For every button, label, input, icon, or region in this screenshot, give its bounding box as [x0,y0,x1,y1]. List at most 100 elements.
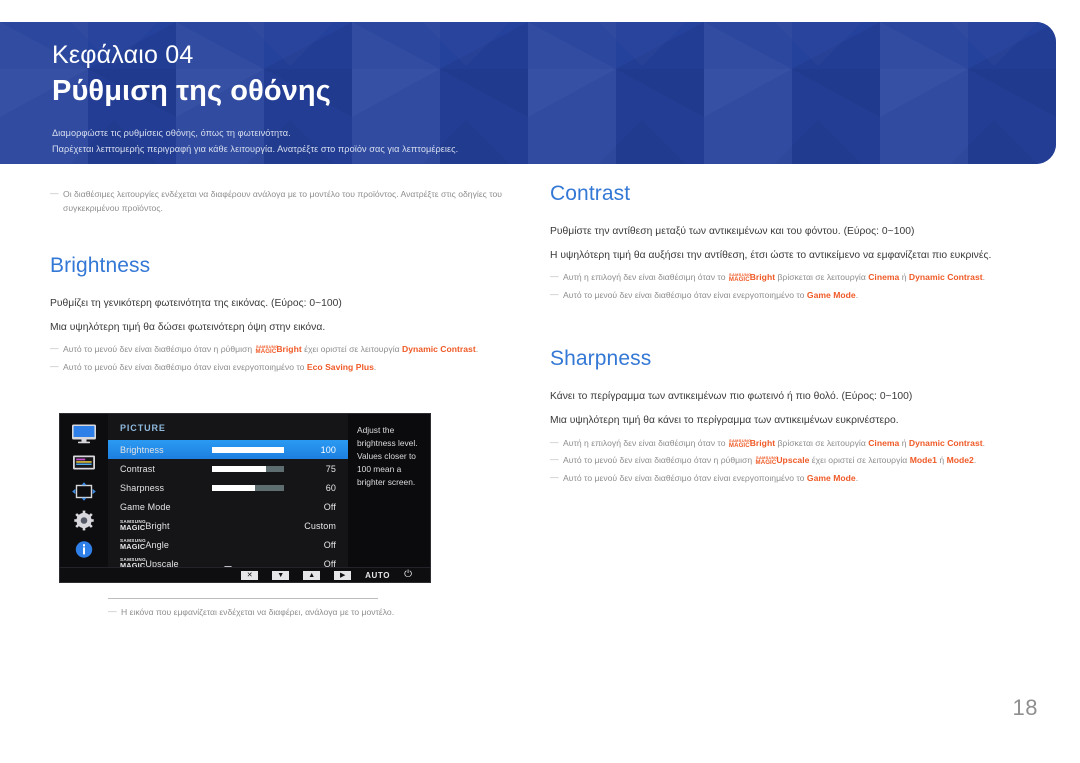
exit-key[interactable]: ✕ [241,570,259,580]
magic-feature-name: Upscale [776,455,810,466]
magic-logo-top: SAMSUNG [120,538,147,544]
section-title-brightness: Brightness [50,253,151,277]
sharpness-note-1: ― Αυτή η επιλογή δεν είναι διαθέσιμη ότα… [550,437,1020,451]
right-column: Contrast Ρυθμίστε την αντίθεση μεταξύ τω… [550,182,1020,490]
sharpness-body-line-2: Μια υψηλότερη τιμή θα κάνει το περίγραμμ… [550,414,899,426]
enter-key[interactable]: ▶ [334,570,352,580]
figure-note-text: Η εικόνα που εμφανίζεται ενδέχεται να δι… [121,607,395,617]
osd-row-game-mode[interactable]: Game Mode Off [108,497,348,516]
note-text-mid: έχει οριστεί σε λειτουργία [809,455,910,466]
note-text-mid: βρίσκεται σε λειτουργία [775,272,869,283]
samsung-magic-logo: SAMSUNG MAGIC [728,273,751,284]
note-highlight-2: Mode2 [946,455,974,466]
note-text-post: . [855,473,859,484]
note-dash: ― [550,472,559,483]
note-text-conj: ή [899,437,909,448]
availability-note: ― Οι διαθέσιμες λειτουργίες ενδέχεται να… [50,188,520,216]
figure-note: ― Η εικόνα που εμφανίζεται ενδέχεται να … [108,606,430,620]
osd-key-guide-bar: ✕ ▼ ▲ ▶ AUTO ⏻ [60,567,430,582]
samsung-magic-logo: SAMSUNG MAGIC [728,438,752,449]
osd-row-value: Custom [304,520,336,531]
note-text-conj: ή [936,455,947,466]
note-text-post: . [855,290,859,301]
note-highlight-1: Cinema [868,437,900,448]
chapter-banner: Κεφάλαιο 04 Ρύθμιση της οθόνης Διαμορφώσ… [0,22,1056,164]
magic-logo-top: SAMSUNG [120,519,147,525]
auto-key[interactable]: AUTO [365,571,390,580]
magic-logo-top: SAMSUNG [755,456,779,461]
page-number: 18 [1012,695,1038,720]
availability-note-text: Οι διαθέσιμες λειτουργίες ενδέχεται να δ… [63,189,502,213]
onscreen-display-icon[interactable] [70,452,98,473]
osd-row-value: Off [323,539,336,550]
brightness-note-2: ― Αυτό το μενού δεν είναι διαθέσιμο όταν… [50,361,520,375]
samsung-magic-logo: SAMSUNG MAGIC [255,345,278,356]
note-text-post: . [982,437,986,448]
contrast-slider[interactable] [212,465,284,472]
figure-separator-rule [108,598,378,599]
section-title-sharpness: Sharpness [550,347,652,371]
note-text-pre: Αυτή η επιλογή δεν είναι διαθέσιμη όταν … [563,272,728,283]
magic-feature-name: Bright [276,344,302,355]
note-text-post: . [475,344,479,355]
osd-row-sharpness[interactable]: Sharpness 60 [108,478,348,497]
osd-row-label: Sharpness [120,482,165,493]
osd-row-label: Angle [145,539,169,550]
osd-row-value: Off [323,501,336,512]
sharpness-slider[interactable] [212,484,284,491]
note-dash: ― [550,454,559,465]
magic-logo-bottom: MAGIC [728,276,750,284]
osd-row-magicangle[interactable]: SAMSUNG MAGIC Angle Off [108,535,348,554]
note-text-pre: Αυτό το μενού δεν είναι διαθέσιμο όταν ε… [63,362,307,373]
note-highlight-1: Game Mode [806,290,856,301]
magic-logo-top: SAMSUNG [120,557,147,563]
note-highlight-1: Eco Saving Plus [306,362,374,373]
note-text-pre: Αυτό το μενού δεν είναι διαθέσιμο όταν η… [63,344,255,355]
contrast-body-line-1: Ρυθμίστε την αντίθεση μεταξύ των αντικει… [550,226,915,237]
note-text-mid: βρίσκεται σε λειτουργία [775,437,869,448]
sharpness-body-line-1: Κάνει το περίγραμμα των αντικειμένων πιο… [550,391,913,403]
banner-subtitle-line-1: Διαμορφώστε τις ρυθμίσεις οθόνης, όπως τ… [52,127,291,138]
note-text-post: . [973,455,977,466]
osd-row-value: 60 [325,482,336,493]
note-dash: ― [550,271,559,282]
note-dash: ― [50,361,59,372]
page-content: ― Οι διαθέσιμες λειτουργίες ενδέχεται να… [0,182,1080,742]
sharpness-note-2: ― Αυτό το μενού δεν είναι διαθέσιμο όταν… [550,454,1020,468]
samsung-magic-logo: SAMSUNG MAGIC [120,538,147,551]
sharpness-note-3: ― Αυτό το μενού δεν είναι διαθέσιμο όταν… [550,472,1020,486]
note-dash: ― [550,436,559,447]
note-text-conj: ή [899,272,909,283]
note-text-pre: Αυτό το μενού δεν είναι διαθέσιμο όταν ε… [563,290,807,301]
contrast-note-2: ― Αυτό το μενού δεν είναι διαθέσιμο όταν… [550,289,1020,303]
monitor-picture-icon[interactable] [70,423,98,444]
magic-logo-top: SAMSUNG [728,438,752,443]
osd-row-contrast[interactable]: Contrast 75 [108,459,348,478]
osd-icon-rail [60,414,108,582]
osd-row-magicbright[interactable]: SAMSUNG MAGIC Bright Custom [108,516,348,535]
note-dash: ― [550,289,559,300]
up-key[interactable]: ▲ [303,570,321,580]
magic-logo-bottom: MAGIC [255,348,277,356]
magic-logo-bottom: MAGIC [755,459,777,467]
banner-subtitle-line-2: Παρέχεται λεπτομερής περιγραφή για κάθε … [52,144,459,155]
system-arrows-icon[interactable] [70,481,98,502]
section-title-contrast: Contrast [550,182,631,205]
osd-row-value: 100 [320,444,336,455]
brightness-slider[interactable] [212,446,284,453]
contrast-body-line-2: Η υψηλότερη τιμή θα αυξήσει την αντίθεση… [550,249,992,261]
setup-gear-icon[interactable] [70,510,98,531]
left-column: ― Οι διαθέσιμες λειτουργίες ενδέχεται να… [50,188,520,617]
note-dash: ― [50,343,59,354]
power-icon[interactable]: ⏻ [404,570,412,580]
note-text-mid: έχει οριστεί σε λειτουργία [301,344,403,355]
down-key[interactable]: ▼ [272,570,290,580]
osd-row-label: Bright [145,520,170,531]
osd-panel-title: PICTURE [120,423,166,433]
brightness-body-line-1: Ρυθμίζει τη γενικότερη φωτεινότητα της ε… [50,297,342,309]
note-text-pre: Αυτό το μενού δεν είναι διαθέσιμο όταν η… [563,455,755,466]
contrast-note-1: ― Αυτή η επιλογή δεν είναι διαθέσιμη ότα… [550,271,1020,285]
magic-feature-name: Bright [749,437,776,448]
information-icon[interactable] [70,539,98,560]
osd-row-brightness[interactable]: Brightness 100 [108,440,348,459]
